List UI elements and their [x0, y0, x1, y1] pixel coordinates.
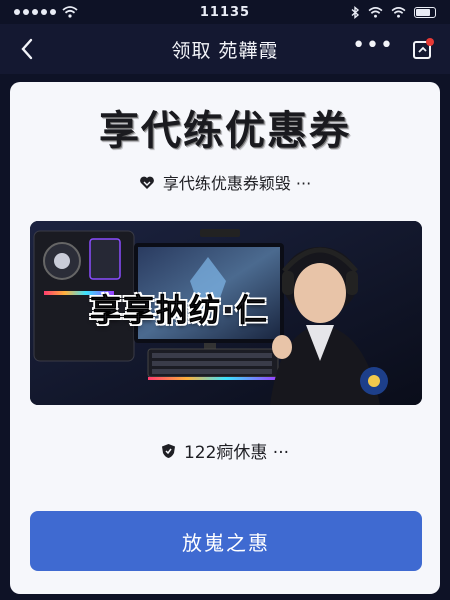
more-button[interactable]: •••: [352, 35, 394, 57]
price-row: 122痾休惠 ···: [10, 438, 440, 463]
status-bar: 11135: [0, 0, 450, 24]
banner-overlay-text: 享享抐纺·仁: [90, 293, 269, 330]
nav-bar: 领取 苑韡霞 •••: [0, 24, 450, 74]
share-icon: [413, 38, 434, 59]
coupon-subline: 享代练优惠券颖毁 ···: [10, 170, 440, 194]
chevron-left-icon: [21, 38, 33, 60]
back-button[interactable]: [14, 36, 40, 62]
battery-icon: [414, 6, 436, 18]
share-button[interactable]: [410, 36, 436, 62]
heart-icon: [139, 176, 154, 189]
claim-button[interactable]: 放嵬之惠: [30, 511, 422, 571]
coupon-headline: 享代练优惠券: [99, 108, 351, 154]
coupon-card: 享代练优惠券 享代练优惠券颖毁 ··· 享享抐纺·仁 122痾休惠 ··· 放嵬…: [10, 82, 440, 594]
price-text: 122痾休惠 ···: [183, 443, 290, 463]
shield-icon: [161, 443, 175, 458]
promo-banner[interactable]: 享享抐纺·仁: [30, 221, 422, 405]
status-time: 11135: [199, 4, 251, 20]
subline-text: 享代练优惠券颖毁 ···: [162, 174, 312, 193]
page-title: 领取 苑韡霞: [171, 39, 279, 62]
